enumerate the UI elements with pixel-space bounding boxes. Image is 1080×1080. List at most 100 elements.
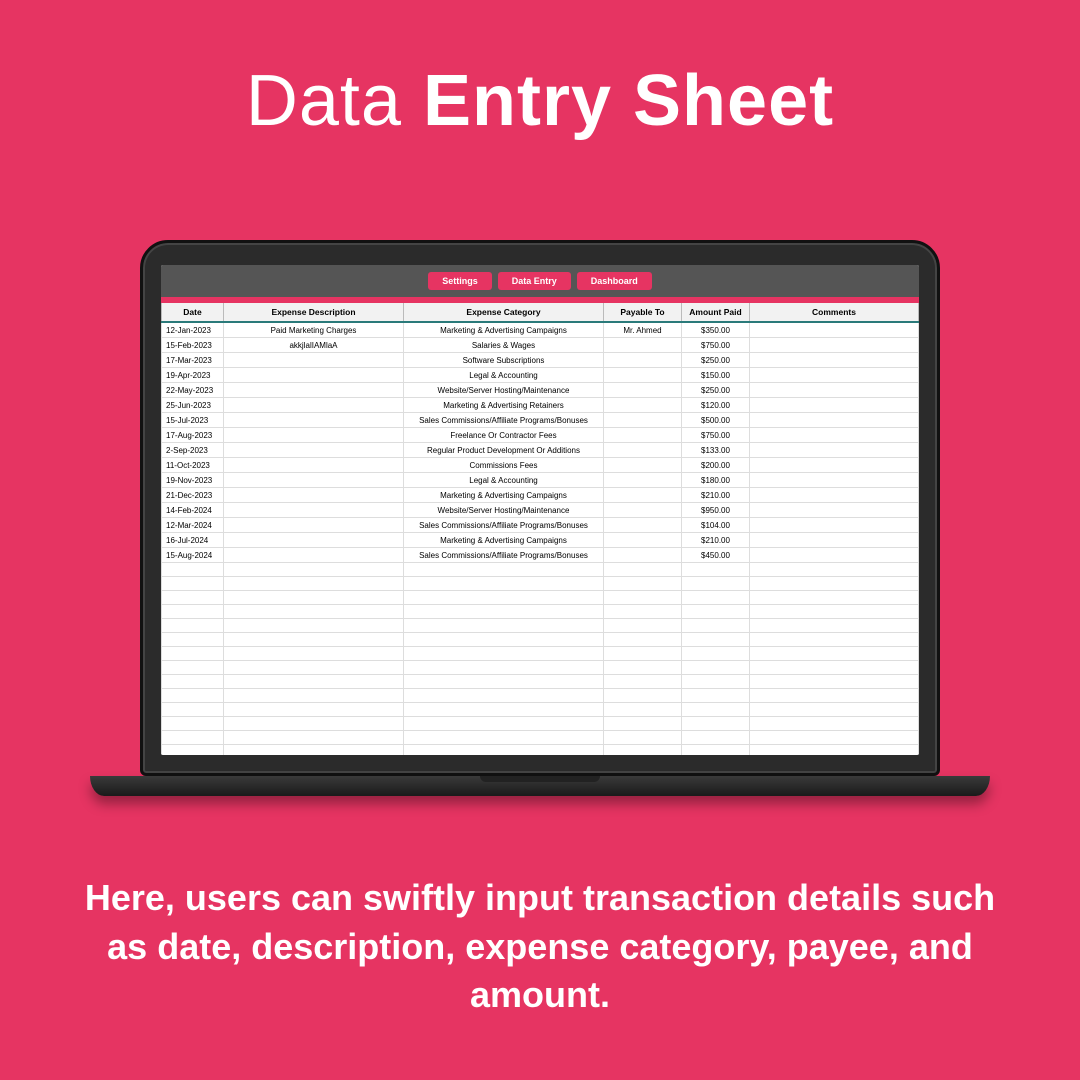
cell-date[interactable]: 17-Aug-2023 — [162, 428, 224, 443]
cell-amount[interactable]: $150.00 — [682, 368, 750, 383]
cell-desc[interactable] — [224, 368, 404, 383]
cell-cat[interactable]: Salaries & Wages — [404, 338, 604, 353]
spreadsheet[interactable]: Date Expense Description Expense Categor… — [161, 303, 919, 755]
table-row-empty[interactable] — [162, 633, 919, 647]
cell-comm[interactable] — [750, 322, 919, 338]
cell-comm[interactable] — [750, 383, 919, 398]
cell-date[interactable]: 12-Jan-2023 — [162, 322, 224, 338]
cell-date[interactable]: 15-Jul-2023 — [162, 413, 224, 428]
cell-payto[interactable] — [604, 428, 682, 443]
cell-amount[interactable]: $750.00 — [682, 338, 750, 353]
cell-desc[interactable]: Paid Marketing Charges — [224, 322, 404, 338]
cell-date[interactable]: 15-Aug-2024 — [162, 548, 224, 563]
cell-payto[interactable] — [604, 353, 682, 368]
cell-amount[interactable]: $500.00 — [682, 413, 750, 428]
cell-payto[interactable] — [604, 518, 682, 533]
col-header-desc[interactable]: Expense Description — [224, 303, 404, 322]
data-table[interactable]: Date Expense Description Expense Categor… — [161, 303, 919, 755]
table-row-empty[interactable] — [162, 563, 919, 577]
cell-date[interactable]: 25-Jun-2023 — [162, 398, 224, 413]
table-row[interactable]: 12-Jan-2023Paid Marketing ChargesMarketi… — [162, 322, 919, 338]
cell-amount[interactable]: $950.00 — [682, 503, 750, 518]
cell-comm[interactable] — [750, 488, 919, 503]
cell-amount[interactable]: $250.00 — [682, 383, 750, 398]
cell-desc[interactable] — [224, 443, 404, 458]
cell-amount[interactable]: $200.00 — [682, 458, 750, 473]
cell-payto[interactable] — [604, 503, 682, 518]
cell-payto[interactable] — [604, 473, 682, 488]
col-header-comm[interactable]: Comments — [750, 303, 919, 322]
cell-amount[interactable]: $210.00 — [682, 488, 750, 503]
cell-comm[interactable] — [750, 518, 919, 533]
cell-amount[interactable]: $104.00 — [682, 518, 750, 533]
col-header-date[interactable]: Date — [162, 303, 224, 322]
cell-payto[interactable] — [604, 533, 682, 548]
table-row[interactable]: 15-Feb-2023akkjlalIAMlaASalaries & Wages… — [162, 338, 919, 353]
table-row-empty[interactable] — [162, 647, 919, 661]
cell-cat[interactable]: Legal & Accounting — [404, 368, 604, 383]
cell-amount[interactable]: $180.00 — [682, 473, 750, 488]
cell-cat[interactable]: Software Subscriptions — [404, 353, 604, 368]
table-row-empty[interactable] — [162, 745, 919, 756]
cell-comm[interactable] — [750, 413, 919, 428]
cell-desc[interactable] — [224, 428, 404, 443]
cell-cat[interactable]: Commissions Fees — [404, 458, 604, 473]
table-row-empty[interactable] — [162, 703, 919, 717]
cell-cat[interactable]: Freelance Or Contractor Fees — [404, 428, 604, 443]
cell-comm[interactable] — [750, 353, 919, 368]
cell-desc[interactable] — [224, 503, 404, 518]
cell-cat[interactable]: Regular Product Development Or Additions — [404, 443, 604, 458]
table-row[interactable]: 15-Aug-2024 Sales Commissions/Affiliate P… — [162, 548, 919, 563]
cell-amount[interactable]: $120.00 — [682, 398, 750, 413]
tab-settings[interactable]: Settings — [428, 272, 492, 290]
cell-desc[interactable] — [224, 353, 404, 368]
cell-desc[interactable] — [224, 398, 404, 413]
table-row-empty[interactable] — [162, 731, 919, 745]
table-row-empty[interactable] — [162, 661, 919, 675]
cell-date[interactable]: 11-Oct-2023 — [162, 458, 224, 473]
table-row[interactable]: 21-Dec-2023Marketing & Advertising Campa… — [162, 488, 919, 503]
cell-date[interactable]: 12-Mar-2024 — [162, 518, 224, 533]
cell-desc[interactable] — [224, 383, 404, 398]
col-header-payto[interactable]: Payable To — [604, 303, 682, 322]
table-row[interactable]: 11-Oct-2023 Commissions Fees $200.00 — [162, 458, 919, 473]
cell-cat[interactable]: Website/Server Hosting/Maintenance — [404, 503, 604, 518]
tab-data-entry[interactable]: Data Entry — [498, 272, 571, 290]
table-row-empty[interactable] — [162, 577, 919, 591]
cell-payto[interactable] — [604, 488, 682, 503]
table-row[interactable]: 25-Jun-2023 Marketing & Advertising Retai… — [162, 398, 919, 413]
cell-desc[interactable] — [224, 473, 404, 488]
table-row[interactable]: 2-Sep-2023Regular Product Development Or… — [162, 443, 919, 458]
cell-desc[interactable] — [224, 413, 404, 428]
cell-date[interactable]: 21-Dec-2023 — [162, 488, 224, 503]
table-row-empty[interactable] — [162, 675, 919, 689]
cell-payto[interactable] — [604, 548, 682, 563]
table-row[interactable]: 14-Feb-2024 Website/Server Hosting/Mainte… — [162, 503, 919, 518]
cell-payto[interactable] — [604, 338, 682, 353]
cell-payto[interactable]: Mr. Ahmed — [604, 322, 682, 338]
cell-comm[interactable] — [750, 368, 919, 383]
table-row[interactable]: 17-Aug-2023 Freelance Or Contractor Fees $… — [162, 428, 919, 443]
cell-comm[interactable] — [750, 533, 919, 548]
table-row[interactable]: 19-Nov-2023Legal & Accounting$180.00 — [162, 473, 919, 488]
cell-comm[interactable] — [750, 443, 919, 458]
cell-cat[interactable]: Sales Commissions/Affiliate Programs/Bon… — [404, 548, 604, 563]
cell-amount[interactable]: $750.00 — [682, 428, 750, 443]
table-row[interactable]: 12-Mar-2024Sales Commissions/Affiliate P… — [162, 518, 919, 533]
cell-desc[interactable] — [224, 458, 404, 473]
cell-amount[interactable]: $210.00 — [682, 533, 750, 548]
cell-date[interactable]: 19-Apr-2023 — [162, 368, 224, 383]
cell-comm[interactable] — [750, 458, 919, 473]
cell-date[interactable]: 14-Feb-2024 — [162, 503, 224, 518]
table-row[interactable]: 16-Jul-2024Marketing & Advertising Campa… — [162, 533, 919, 548]
cell-comm[interactable] — [750, 398, 919, 413]
cell-date[interactable]: 17-Mar-2023 — [162, 353, 224, 368]
table-row-empty[interactable] — [162, 689, 919, 703]
cell-cat[interactable]: Legal & Accounting — [404, 473, 604, 488]
cell-payto[interactable] — [604, 368, 682, 383]
cell-cat[interactable]: Marketing & Advertising Campaigns — [404, 322, 604, 338]
cell-comm[interactable] — [750, 548, 919, 563]
cell-cat[interactable]: Marketing & Advertising Retainers — [404, 398, 604, 413]
table-row-empty[interactable] — [162, 591, 919, 605]
cell-desc[interactable] — [224, 548, 404, 563]
